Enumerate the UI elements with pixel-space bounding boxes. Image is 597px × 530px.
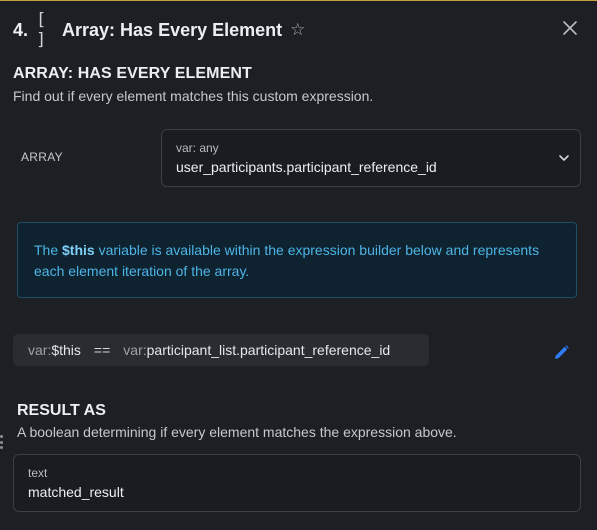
info-highlight: $this bbox=[62, 242, 95, 258]
expression-operator: == bbox=[93, 342, 111, 358]
info-suffix: variable is available within the express… bbox=[34, 242, 540, 279]
array-variable-select[interactable]: var: any user_participants.participant_r… bbox=[161, 129, 581, 187]
star-icon[interactable]: ☆ bbox=[290, 20, 305, 40]
expression-left-value: $this bbox=[51, 342, 81, 358]
expression-left-prefix: var: bbox=[28, 342, 52, 358]
expression-pill[interactable]: var: $this == var: participant_list.part… bbox=[13, 334, 429, 366]
result-title: RESULT AS bbox=[17, 402, 106, 419]
drag-handle-icon[interactable] bbox=[0, 435, 4, 449]
array-field-label: ARRAY bbox=[21, 150, 63, 164]
step-number: 4. bbox=[13, 19, 29, 40]
step-panel: 4. [ ] Array: Has Every Element ☆ ARRAY:… bbox=[0, 0, 597, 530]
result-description: A boolean determining if every element m… bbox=[17, 424, 457, 440]
result-variable-field[interactable]: text matched_result bbox=[13, 454, 581, 512]
step-header: 4. [ ] Array: Has Every Element ☆ bbox=[13, 10, 583, 50]
expression-right-value: participant_list.participant_reference_i… bbox=[146, 342, 391, 358]
result-type-hint: text bbox=[28, 466, 48, 480]
pencil-edit-icon[interactable] bbox=[553, 344, 570, 361]
this-variable-info-box: The $this variable is available within t… bbox=[17, 222, 577, 298]
close-icon[interactable] bbox=[559, 17, 581, 39]
chevron-down-icon bbox=[559, 155, 569, 161]
info-prefix: The bbox=[34, 242, 63, 258]
section-title: ARRAY: HAS EVERY ELEMENT bbox=[13, 65, 252, 82]
result-variable-name: matched_result bbox=[28, 484, 124, 500]
section-description: Find out if every element matches this c… bbox=[13, 88, 374, 104]
expression-right-prefix: var: bbox=[123, 342, 147, 358]
step-title: Array: Has Every Element bbox=[62, 19, 283, 40]
array-selected-value: user_participants.participant_reference_… bbox=[176, 159, 437, 175]
array-bracket-icon: [ ] bbox=[36, 10, 46, 50]
array-type-hint: var: any bbox=[176, 141, 219, 155]
